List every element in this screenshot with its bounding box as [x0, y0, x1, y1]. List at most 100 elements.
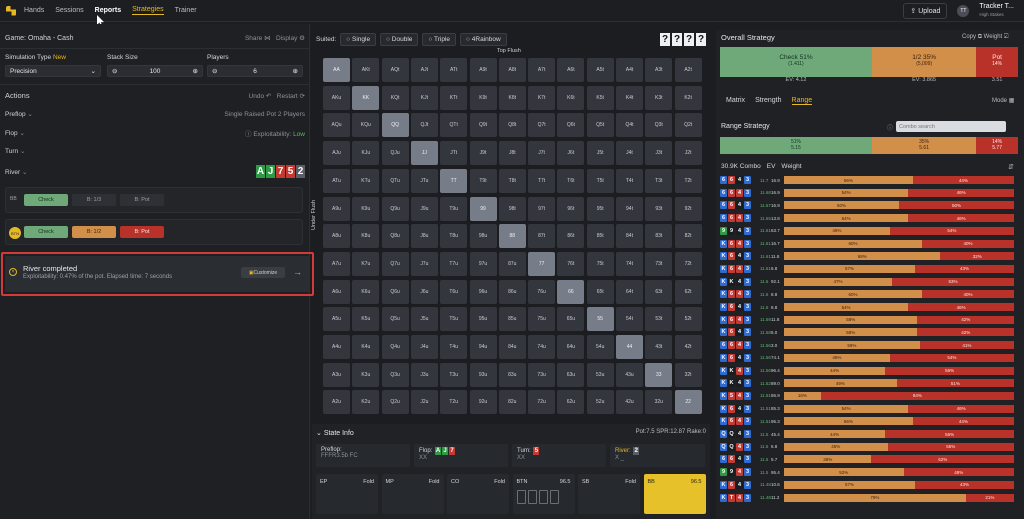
matrix-cell[interactable]: J6t: [557, 141, 585, 166]
matrix-cell[interactable]: A7t: [528, 58, 556, 82]
matrix-cell[interactable]: T5t: [586, 168, 614, 193]
display-button[interactable]: Display: [276, 35, 297, 42]
matrix-cell[interactable]: T8t: [498, 168, 526, 193]
matrix-cell[interactable]: 72t: [674, 251, 702, 276]
table-row[interactable]: K K 4 3 11.6 92.1 47% 53%: [720, 277, 1020, 287]
matrix-cell[interactable]: 22: [674, 390, 702, 415]
seat-box[interactable]: BTN 96.5: [512, 474, 575, 514]
matrix-cell[interactable]: T4t: [616, 168, 643, 193]
customize-button[interactable]: ▣ Customize: [241, 267, 285, 278]
matrix-cell[interactable]: 62u: [557, 390, 585, 415]
matrix-cell[interactable]: A3u: [323, 362, 350, 387]
matrix-cell[interactable]: KJu: [352, 141, 380, 166]
matrix-cell[interactable]: 53t: [645, 307, 673, 332]
table-row[interactable]: K 6 4 3 11.6 8.8 60% 40%: [720, 289, 1020, 299]
matrix-cell[interactable]: 85t: [586, 224, 614, 249]
matrix-cell[interactable]: 65t: [586, 279, 614, 304]
table-row[interactable]: 9 9 4 3 11.5 95.4 52% 48%: [720, 467, 1020, 477]
btn-bet-half-button[interactable]: B: 1/2: [72, 226, 116, 238]
matrix-cell[interactable]: A7u: [323, 251, 350, 276]
matrix-cell[interactable]: ATu: [323, 168, 350, 193]
matrix-cell[interactable]: K4u: [352, 335, 380, 359]
check-segment[interactable]: Check 51% (1.411) EV: 4.12: [720, 47, 872, 83]
plus-icon[interactable]: ⊕: [193, 67, 198, 75]
matrix-cell[interactable]: 32t: [674, 362, 702, 387]
matrix-cell[interactable]: 92t: [674, 196, 702, 221]
matrix-cell[interactable]: KQu: [352, 113, 380, 138]
matrix-cell[interactable]: 66: [557, 279, 585, 304]
matrix-cell[interactable]: J8t: [498, 141, 526, 166]
matrix-cell[interactable]: A4u: [323, 335, 350, 359]
restart-icon[interactable]: ⟳: [300, 93, 305, 100]
matrix-cell[interactable]: J7t: [528, 141, 556, 166]
matrix-cell[interactable]: Q5u: [381, 307, 409, 332]
matrix-cell[interactable]: 84u: [498, 335, 526, 359]
matrix-cell[interactable]: Q9t: [469, 113, 497, 138]
table-row[interactable]: K 5 4 3 11.51 86.9 16% 84%: [720, 391, 1020, 401]
matrix-cell[interactable]: KJt: [410, 85, 438, 110]
matrix-cell[interactable]: QJt: [410, 113, 438, 138]
matrix-cell[interactable]: J4u: [410, 335, 438, 359]
tab-matrix[interactable]: Matrix: [726, 97, 745, 105]
matrix-cell[interactable]: AKu: [323, 85, 350, 110]
undo-button[interactable]: Undo: [249, 93, 265, 100]
matrix-cell[interactable]: 96t: [557, 196, 585, 221]
tab-range[interactable]: Range: [791, 97, 813, 105]
matrix-cell[interactable]: A5u: [323, 307, 350, 332]
matrix-cell[interactable]: 75u: [528, 307, 556, 332]
bb-check-button[interactable]: Check: [24, 194, 68, 206]
weight-button[interactable]: Weight: [984, 34, 1003, 40]
bb-bet-third-button[interactable]: B: 1/3: [72, 194, 116, 206]
filter-triple[interactable]: ○ Triple: [422, 32, 457, 46]
matrix-cell[interactable]: 54u: [586, 335, 614, 359]
filter-rainbow[interactable]: ○ 4Rainbow: [460, 32, 507, 46]
matrix-cell[interactable]: KQt: [381, 85, 409, 110]
matrix-cell[interactable]: Q8t: [498, 113, 526, 138]
street-preflop[interactable]: Preflop ⌄: [5, 110, 33, 118]
matrix-cell[interactable]: 87u: [498, 251, 526, 276]
matrix-cell[interactable]: 94u: [469, 335, 497, 359]
matrix-cell[interactable]: T2u: [440, 390, 468, 415]
matrix-cell[interactable]: AKt: [352, 58, 380, 82]
matrix-cell[interactable]: 73t: [645, 251, 673, 276]
matrix-cell[interactable]: T8u: [440, 224, 468, 249]
matrix-cell[interactable]: J3t: [645, 141, 673, 166]
matrix-cell[interactable]: T5u: [440, 307, 468, 332]
matrix-cell[interactable]: J8u: [410, 224, 438, 249]
table-row[interactable]: K T 4 3 11.48 11.2 79% 21%: [720, 493, 1020, 503]
matrix-cell[interactable]: JTu: [410, 168, 438, 193]
matrix-cell[interactable]: QTt: [440, 113, 468, 138]
table-row[interactable]: K K 4 3 11.56 96.4 44% 56%: [720, 366, 1020, 376]
table-row[interactable]: K 6 4 3 11.56 74.1 46% 54%: [720, 353, 1020, 363]
table-row[interactable]: K 6 4 3 11.61 6.8 57% 43%: [720, 264, 1020, 274]
matrix-cell[interactable]: 44: [616, 335, 643, 359]
matrix-cell[interactable]: 97t: [528, 196, 556, 221]
matrix-cell[interactable]: 84t: [616, 224, 643, 249]
bb-bet-pot-button[interactable]: B: Pot: [120, 194, 164, 206]
matrix-cell[interactable]: 86u: [498, 279, 526, 304]
gear-icon[interactable]: ⚙: [299, 35, 305, 42]
table-row[interactable]: K 6 4 3 11.59 11.8 58% 42%: [720, 315, 1020, 325]
matrix-cell[interactable]: A9u: [323, 196, 350, 221]
matrix-cell[interactable]: T7t: [528, 168, 556, 193]
matrix-cell[interactable]: Q6t: [557, 113, 585, 138]
matrix-cell[interactable]: 98u: [469, 224, 497, 249]
stack-size-stepper[interactable]: ⊖ 100 ⊕: [107, 65, 203, 77]
seat-box[interactable]: EP Fold: [316, 474, 378, 514]
user-info[interactable]: Tracker T... High Stakes: [979, 3, 1014, 19]
matrix-cell[interactable]: J2u: [410, 390, 438, 415]
matrix-cell[interactable]: K8t: [498, 85, 526, 110]
matrix-cell[interactable]: K9t: [469, 85, 497, 110]
matrix-cell[interactable]: K8u: [352, 224, 380, 249]
matrix-cell[interactable]: Q2u: [381, 390, 409, 415]
matrix-cell[interactable]: Q8u: [381, 224, 409, 249]
matrix-cell[interactable]: 54t: [616, 307, 643, 332]
matrix-cell[interactable]: 74u: [528, 335, 556, 359]
state-info-title[interactable]: ⌄ State Info: [316, 429, 354, 437]
btn-bet-pot-button[interactable]: B: Pot: [120, 226, 164, 238]
matrix-cell[interactable]: 64u: [557, 335, 585, 359]
close-icon[interactable]: ×: [9, 268, 17, 276]
matrix-cell[interactable]: 74t: [616, 251, 643, 276]
share-button[interactable]: Share: [245, 35, 262, 42]
matrix-cell[interactable]: 52u: [586, 390, 614, 415]
